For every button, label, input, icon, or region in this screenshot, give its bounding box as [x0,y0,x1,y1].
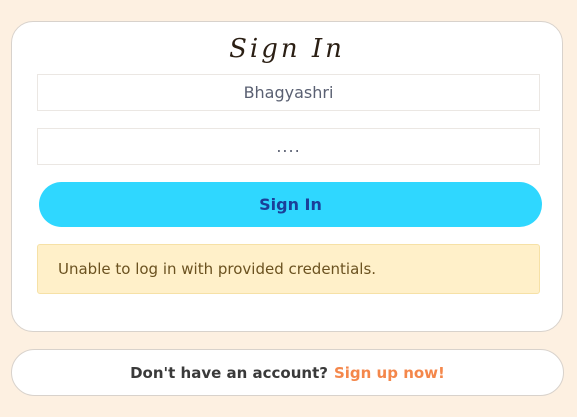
password-input[interactable]: .... [37,128,540,165]
signup-card: Don't have an account? Sign up now! [11,349,564,396]
sign-up-link[interactable]: Sign up now! [334,364,445,382]
username-input[interactable]: Bhagyashri [37,74,540,111]
error-alert: Unable to log in with provided credentia… [37,244,540,294]
page-title: Sign In [229,34,345,64]
login-card: Sign In Bhagyashri .... Sign In Unable t… [11,21,563,332]
signup-prompt: Don't have an account? [130,363,328,382]
sign-in-button[interactable]: Sign In [39,182,542,227]
